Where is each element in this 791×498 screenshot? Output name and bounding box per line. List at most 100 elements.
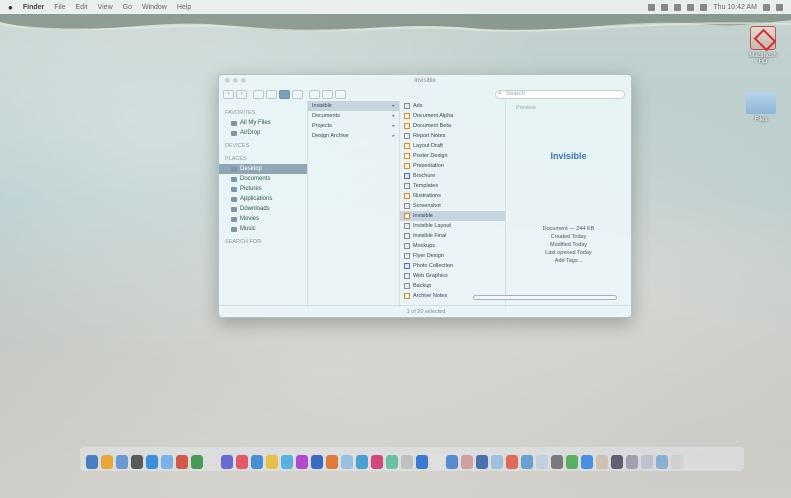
dock-app-icon[interactable]	[101, 455, 113, 469]
dock-app-icon[interactable]	[551, 455, 563, 469]
sidebar-item-desktop[interactable]: Desktop	[219, 164, 307, 174]
list-item[interactable]: Templates	[400, 181, 505, 191]
status-battery-icon[interactable]	[700, 3, 708, 11]
dock-app-icon[interactable]	[176, 455, 188, 469]
dock-app-icon[interactable]	[641, 455, 653, 469]
list-item[interactable]: Invisible Layout	[400, 221, 505, 231]
preview-add-tags[interactable]: Add Tags...	[506, 257, 631, 265]
dock-app-icon[interactable]	[506, 455, 518, 469]
menu-view[interactable]: View	[98, 4, 113, 11]
dock-app-icon[interactable]	[536, 455, 548, 469]
status-time-machine-icon[interactable]	[674, 3, 682, 11]
list-item[interactable]: Report Notes	[400, 131, 505, 141]
menu-app-name[interactable]: Finder	[23, 4, 44, 11]
menu-help[interactable]: Help	[177, 4, 191, 11]
list-item[interactable]: Ads	[400, 101, 505, 111]
share-button[interactable]	[335, 89, 346, 99]
list-item[interactable]: Layout Draft	[400, 141, 505, 151]
list-item[interactable]: Mockups	[400, 241, 505, 251]
icon-view-button[interactable]	[253, 89, 264, 99]
dock-app-icon[interactable]	[476, 455, 488, 469]
dock-app-icon[interactable]	[566, 455, 578, 469]
list-item[interactable]: Invisible Final	[400, 231, 505, 241]
status-wifi-icon[interactable]	[648, 3, 656, 11]
back-button[interactable]: ‹	[223, 89, 234, 99]
list-item[interactable]: Poster Design	[400, 151, 505, 161]
dock-app-icon[interactable]	[521, 455, 533, 469]
dock-app-icon[interactable]	[611, 455, 623, 469]
dock-app-icon[interactable]	[656, 455, 668, 469]
dock-app-icon[interactable]	[341, 455, 353, 469]
close-button[interactable]	[225, 78, 230, 83]
list-item[interactable]: Backup	[400, 281, 505, 291]
dock-app-icon[interactable]	[116, 455, 128, 469]
dock-app-icon[interactable]	[461, 455, 473, 469]
dock-app-icon[interactable]	[146, 455, 158, 469]
dock-app-icon[interactable]	[281, 455, 293, 469]
action-button[interactable]	[322, 89, 333, 99]
list-item[interactable]: Presentation	[400, 161, 505, 171]
list-item[interactable]: Projects ▸	[308, 121, 399, 131]
dock-app-icon[interactable]	[446, 455, 458, 469]
cover-flow-button[interactable]	[292, 89, 303, 99]
dock-app-icon[interactable]	[326, 455, 338, 469]
dock-app-icon[interactable]	[671, 455, 683, 469]
list-item[interactable]: Brochure	[400, 171, 505, 181]
dock-app-icon[interactable]	[431, 455, 443, 469]
dock-app-icon[interactable]	[86, 455, 98, 469]
menu-clock[interactable]: Thu 10:42 AM	[713, 4, 757, 11]
finder-titlebar[interactable]: Invisible	[219, 75, 631, 87]
sidebar-item-applications[interactable]: Applications	[219, 194, 307, 204]
dock-app-icon[interactable]	[386, 455, 398, 469]
zoom-button[interactable]	[241, 78, 246, 83]
dock-app-icon[interactable]	[236, 455, 248, 469]
dock-app-icon[interactable]	[356, 455, 368, 469]
sidebar-item-pictures[interactable]: Pictures	[219, 184, 307, 194]
list-item[interactable]: Documents ▸	[308, 111, 399, 121]
list-item[interactable]: Web Graphics	[400, 271, 505, 281]
notification-center-icon[interactable]	[776, 3, 783, 11]
list-item[interactable]: Document Beta	[400, 121, 505, 131]
dock-app-icon[interactable]	[371, 455, 383, 469]
status-bluetooth-icon[interactable]	[661, 3, 669, 11]
dock-app-icon[interactable]	[221, 455, 233, 469]
dock-app-icon[interactable]	[626, 455, 638, 469]
dock-app-icon[interactable]	[191, 455, 203, 469]
sidebar-item-downloads[interactable]: Downloads	[219, 204, 307, 214]
list-item[interactable]: Invisible	[400, 211, 505, 221]
spotlight-icon[interactable]	[763, 3, 770, 11]
forward-button[interactable]: ›	[236, 89, 247, 99]
menu-file[interactable]: File	[54, 4, 65, 11]
menu-edit[interactable]: Edit	[76, 4, 88, 11]
desktop-icon-folder[interactable]: Files	[744, 92, 778, 123]
list-item[interactable]: Illustrations	[400, 191, 505, 201]
dock-app-icon[interactable]	[311, 455, 323, 469]
dock-app-icon[interactable]	[131, 455, 143, 469]
dock-app-icon[interactable]	[296, 455, 308, 469]
sidebar-item-documents[interactable]: Documents	[219, 174, 307, 184]
dock-app-icon[interactable]	[491, 455, 503, 469]
menu-window[interactable]: Window	[142, 4, 167, 11]
list-item[interactable]: Screenshot	[400, 201, 505, 211]
sidebar-item-music[interactable]: Music	[219, 224, 307, 234]
list-item[interactable]: Design Archive ▸	[308, 131, 399, 141]
list-item[interactable]: Flyer Design	[400, 251, 505, 261]
dock-app-icon[interactable]	[266, 455, 278, 469]
sidebar-item-airdrop[interactable]: AirDrop	[219, 128, 307, 138]
minimize-button[interactable]	[233, 78, 238, 83]
sidebar-item-all-my-files[interactable]: All My Files	[219, 118, 307, 128]
dock-app-icon[interactable]	[251, 455, 263, 469]
list-view-button[interactable]	[266, 89, 277, 99]
list-item[interactable]: Document Alpha	[400, 111, 505, 121]
horizontal-scrollbar[interactable]	[473, 295, 617, 300]
list-item[interactable]: Photo Collection	[400, 261, 505, 271]
column-view-button[interactable]	[279, 89, 290, 99]
arrange-button[interactable]	[309, 89, 320, 99]
dock-app-icon[interactable]	[596, 455, 608, 469]
dock-app-icon[interactable]	[161, 455, 173, 469]
desktop-icon-hard-drive[interactable]: Macintosh HD	[748, 26, 778, 65]
menu-go[interactable]: Go	[123, 4, 132, 11]
dock-app-icon[interactable]	[581, 455, 593, 469]
dock-app-icon[interactable]	[416, 455, 428, 469]
apple-menu-icon[interactable]: ●	[8, 3, 13, 12]
